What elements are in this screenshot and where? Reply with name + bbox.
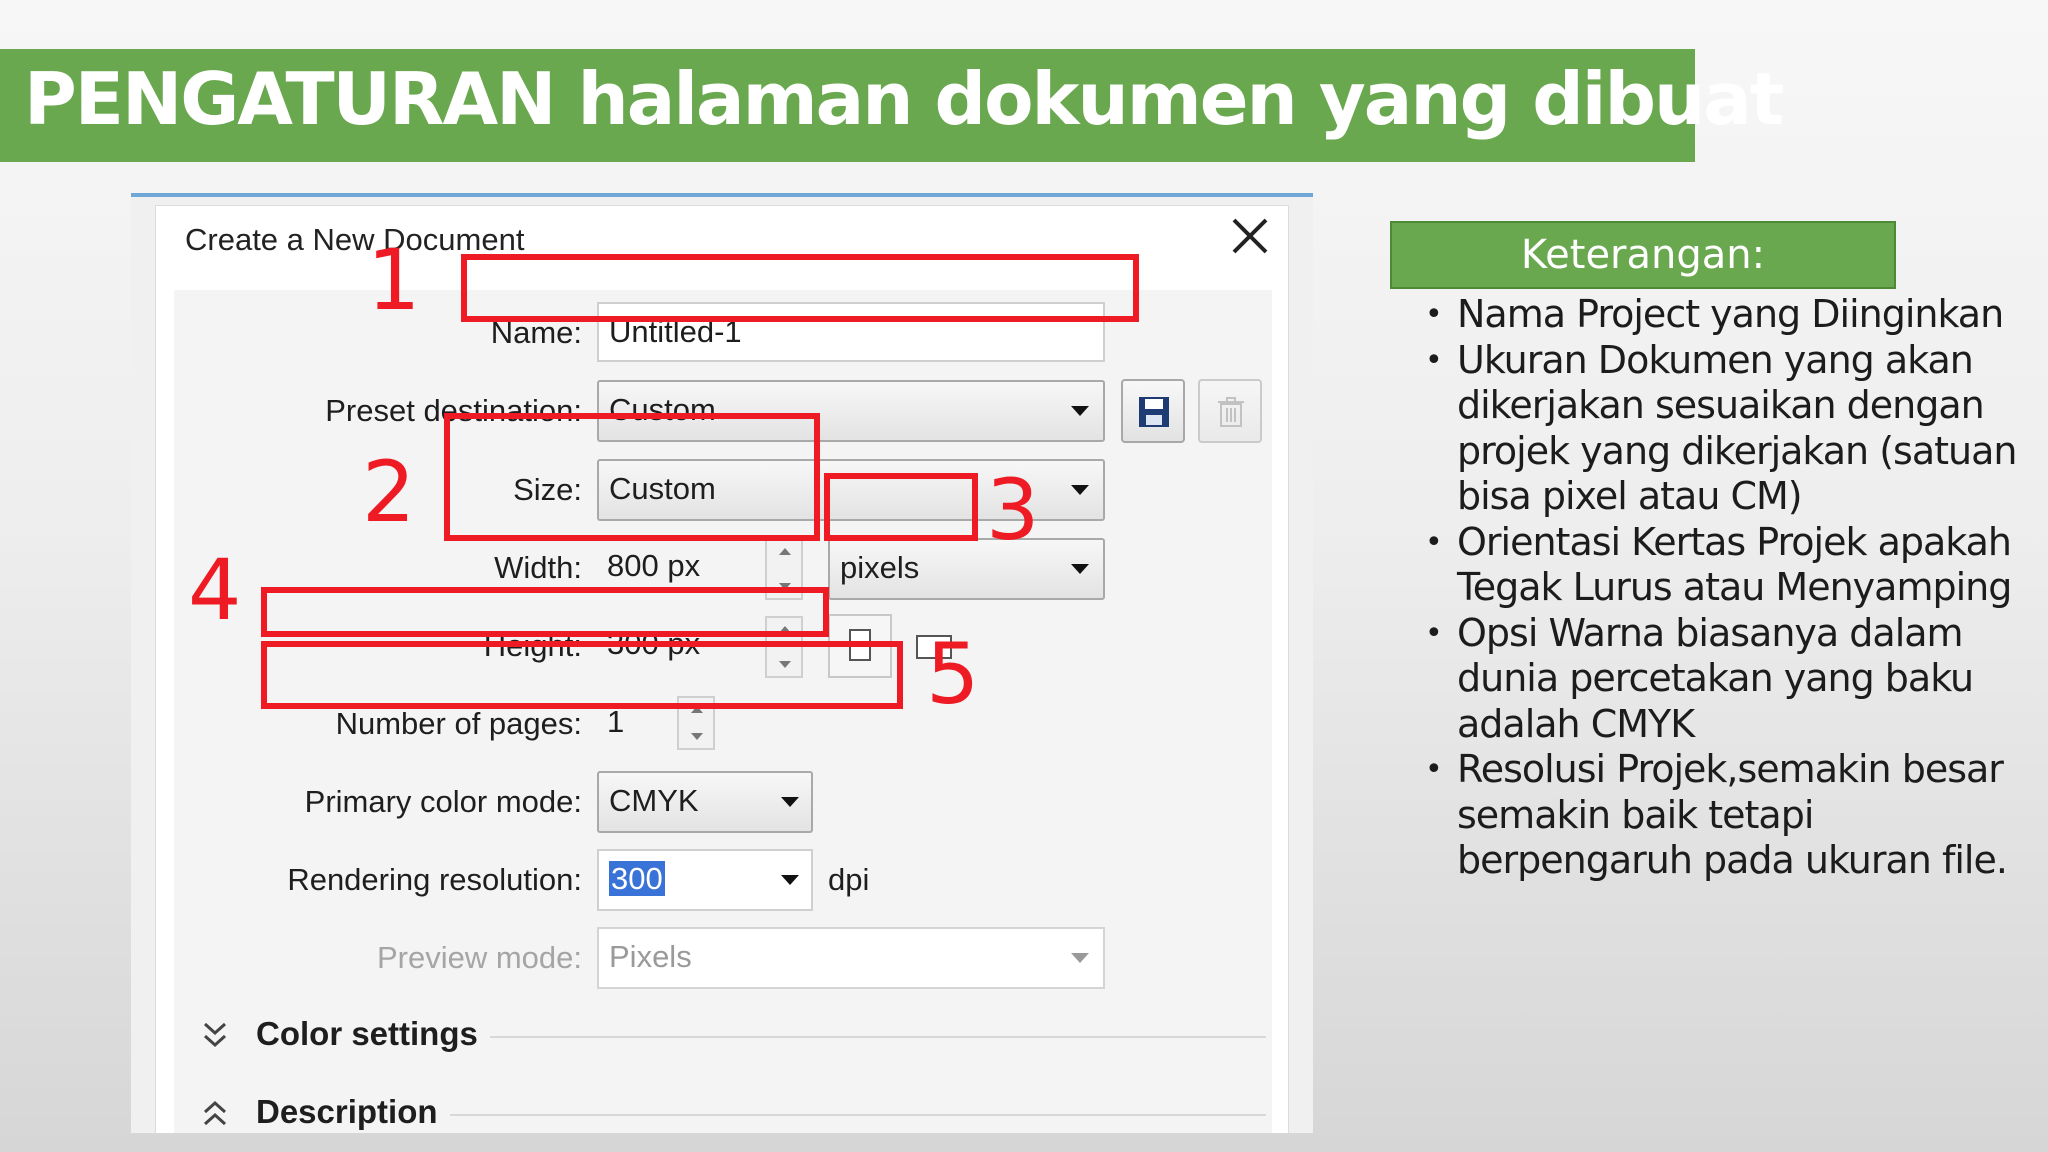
annotation-box-size (444, 413, 820, 541)
color-mode-dropdown[interactable]: CMYK (597, 771, 813, 833)
description-section[interactable]: Description (256, 1093, 438, 1131)
close-icon[interactable] (1228, 214, 1272, 258)
resolution-value: 300 (609, 861, 665, 896)
annotation-number-2: 2 (362, 443, 416, 541)
legend-item: Opsi Warna biasanya dalam dunia percetak… (1425, 611, 2025, 748)
legend-item: Orientasi Kertas Projek apakah Tegak Lur… (1425, 520, 2025, 611)
resolution-input[interactable]: 300 (597, 849, 813, 911)
annotation-number-3: 3 (986, 461, 1040, 559)
color-mode-value: CMYK (609, 783, 699, 818)
annotation-box-name (461, 254, 1139, 322)
chevron-down-icon (1071, 953, 1089, 963)
annotation-number-4: 4 (188, 541, 242, 639)
chevron-down-icon (781, 875, 799, 885)
annotation-number-1: 1 (367, 231, 421, 329)
pages-label: Number of pages: (335, 706, 582, 741)
preview-mode-value: Pixels (609, 939, 692, 974)
unit-value: pixels (840, 550, 920, 585)
slide-title: PENGATURAN halaman dokumen yang dibuat (24, 57, 1784, 141)
unit-dropdown[interactable]: pixels (828, 538, 1105, 600)
slide-title-banner: PENGATURAN halaman dokumen yang dibuat (0, 49, 1784, 162)
legend-list: Nama Project yang Diinginkan Ukuran Doku… (1425, 292, 2025, 884)
width-label: Width: (494, 550, 582, 585)
resolution-label: Rendering resolution: (287, 862, 582, 897)
save-icon (1139, 397, 1169, 427)
preview-mode-label: Preview mode: (376, 940, 582, 975)
color-settings-section[interactable]: Color settings (256, 1015, 478, 1053)
legend-item: Nama Project yang Diinginkan (1425, 292, 2025, 338)
legend-title: Keterangan: (1390, 221, 1896, 289)
delete-preset-button[interactable] (1198, 379, 1262, 443)
save-preset-button[interactable] (1121, 379, 1185, 443)
preview-mode-dropdown: Pixels (597, 927, 1105, 989)
dialog-title: Create a New Document (185, 222, 525, 257)
annotation-box-orientation (261, 641, 903, 709)
chevron-down-icon (781, 797, 799, 807)
annotation-box-unit (824, 473, 978, 541)
chevron-down-icon (1071, 406, 1089, 416)
chevron-down-icon (1071, 485, 1089, 495)
legend-item: Ukuran Dokumen yang akan dikerjakan sesu… (1425, 338, 2025, 520)
section-divider (450, 1114, 1266, 1116)
color-mode-label: Primary color mode: (304, 784, 582, 819)
dpi-unit-label: dpi (828, 862, 870, 897)
chevron-down-icon (1071, 564, 1089, 574)
annotation-box-width (261, 587, 829, 637)
annotation-number-5: 5 (926, 625, 980, 723)
legend-item: Resolusi Projek,semakin besar semakin ba… (1425, 747, 2025, 884)
section-divider (490, 1036, 1266, 1038)
trash-icon (1218, 397, 1244, 427)
expand-icon[interactable] (200, 1018, 230, 1054)
collapse-icon[interactable] (200, 1096, 230, 1132)
